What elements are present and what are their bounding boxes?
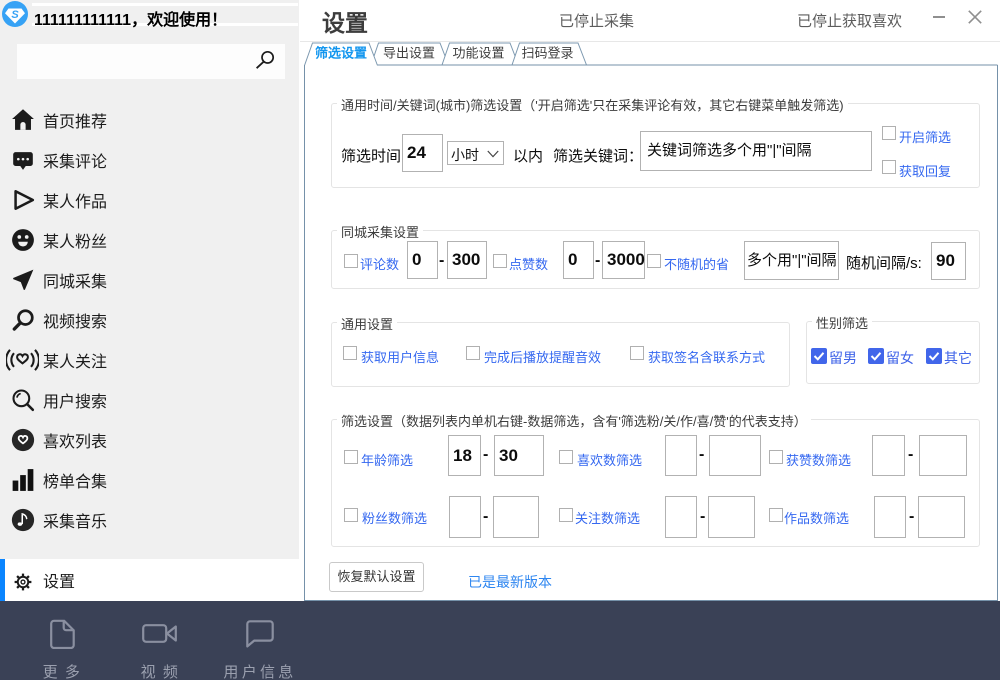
svg-text:功能设置: 功能设置 bbox=[452, 46, 504, 61]
svg-text:S: S bbox=[11, 9, 19, 21]
svg-text:扫码登录: 扫码登录 bbox=[521, 46, 573, 61]
svg-text:导出设置: 导出设置 bbox=[383, 46, 435, 61]
svg-text:筛选设置: 筛选设置 bbox=[315, 46, 367, 61]
